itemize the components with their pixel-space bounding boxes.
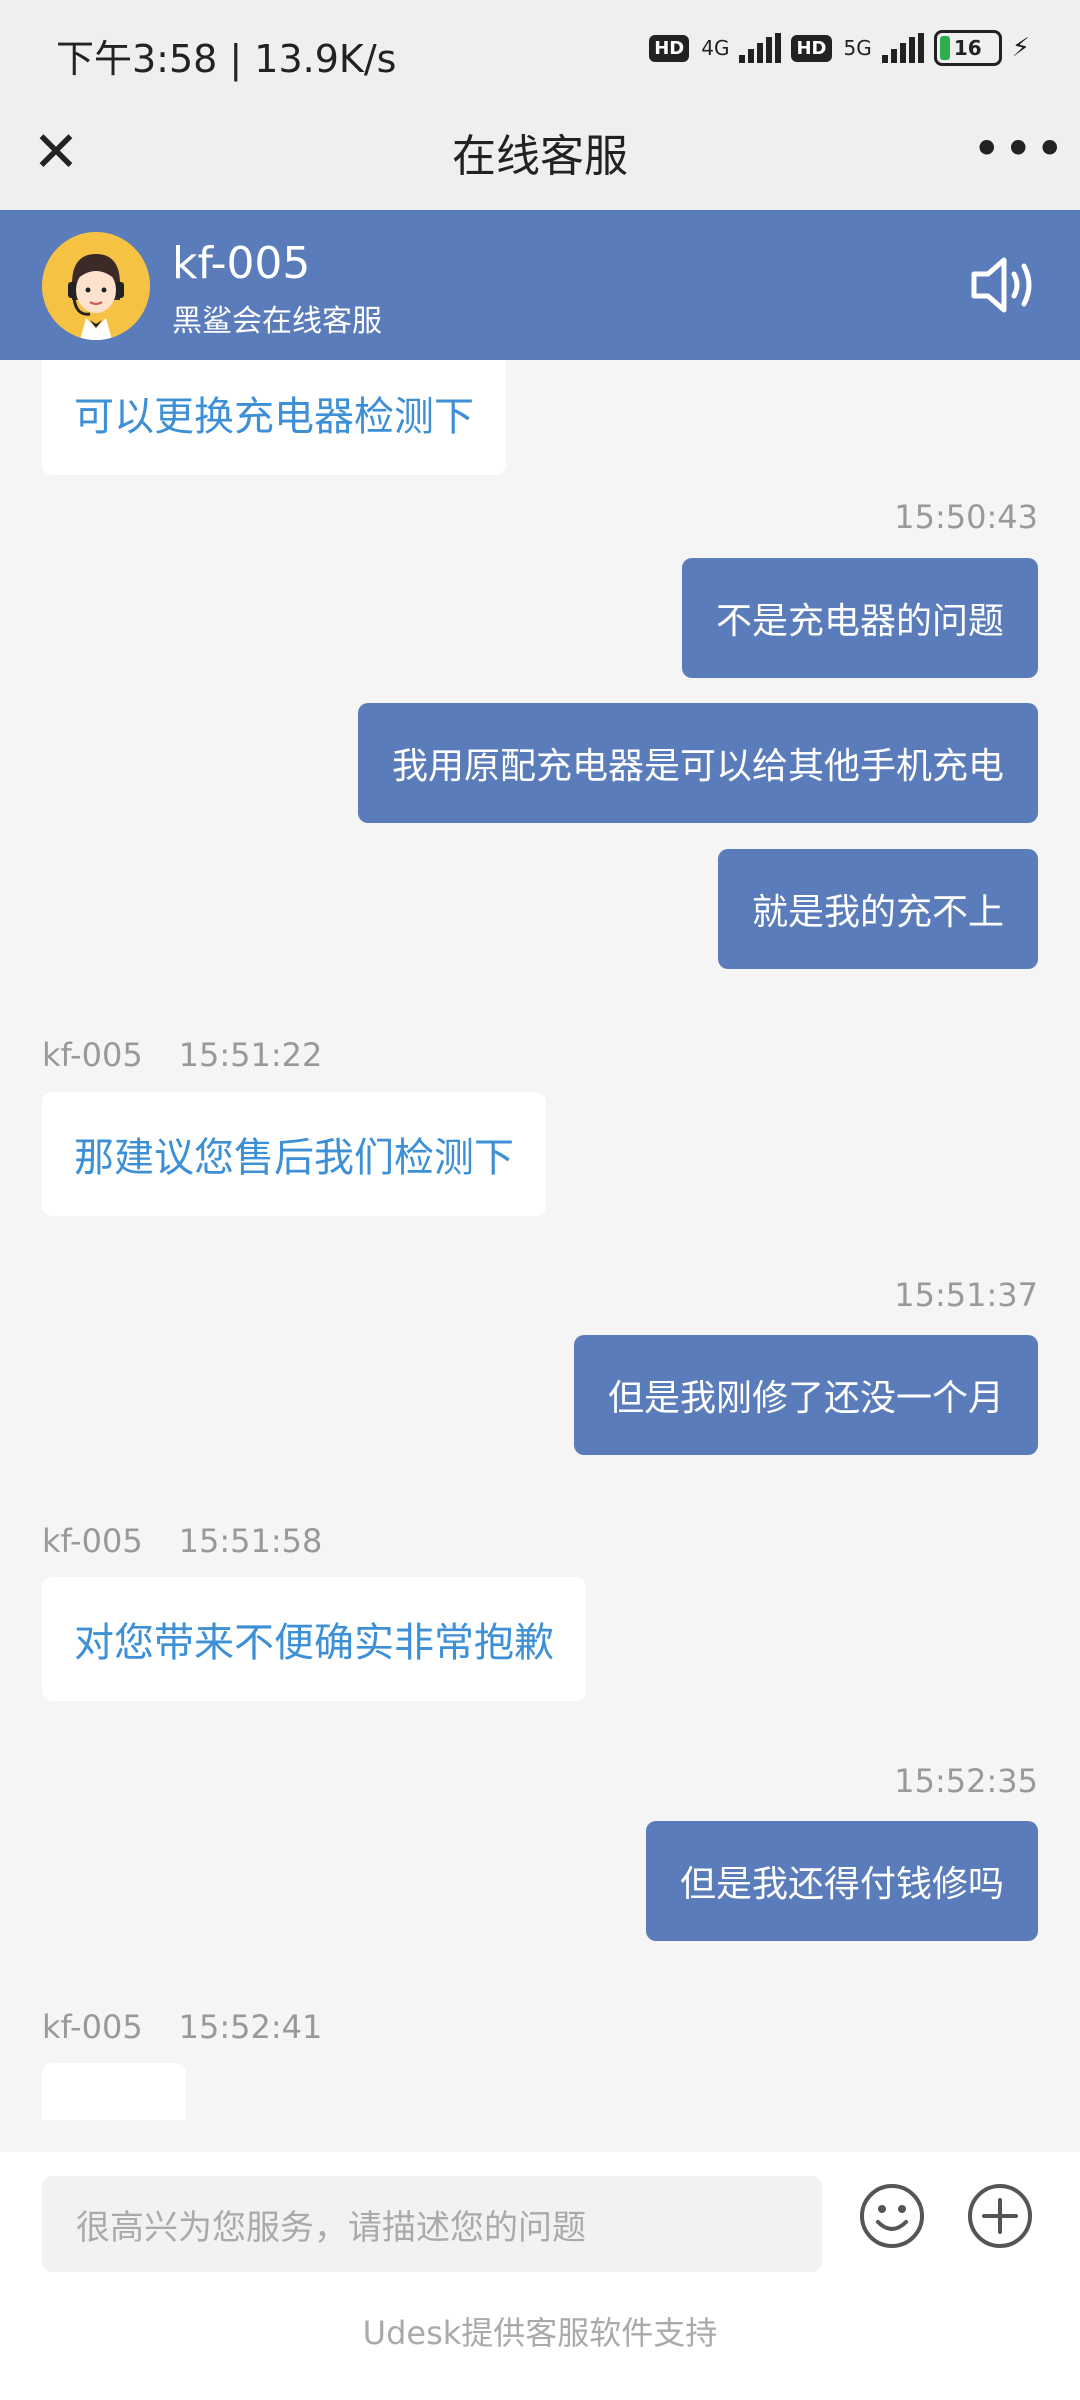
message-input[interactable]: 很高兴为您服务，请描述您的问题 xyxy=(42,2176,822,2272)
agent-subtitle: 黑鲨会在线客服 xyxy=(172,304,382,339)
message-text: 但是我还得付钱修吗 xyxy=(679,1864,1004,1905)
message-bubble-incoming[interactable]: 那建议您售后我们检测下 xyxy=(42,1092,546,1216)
battery-level: 16 xyxy=(953,36,982,60)
message-bubble-outgoing[interactable]: 我用原配充电器是可以给其他手机充电 xyxy=(357,703,1038,823)
signal-icon-2 xyxy=(881,33,924,63)
sender-name: kf-005 xyxy=(42,2008,143,2046)
message-timestamp: 15:51:22 xyxy=(178,1036,323,1074)
message-bubble-incoming[interactable]: 对您带来不便确实非常抱歉 xyxy=(42,1577,586,1701)
network-4g-label: 4G xyxy=(701,36,730,60)
agent-name: kf-005 xyxy=(172,238,311,289)
message-meta: kf-005 15:51:22 xyxy=(42,1036,322,1074)
sender-name: kf-005 xyxy=(42,1522,143,1560)
message-meta: kf-005 15:52:41 xyxy=(42,2008,322,2046)
message-timestamp: 15:52:41 xyxy=(178,2008,323,2046)
top-bar: ✕ 在线客服 ••• xyxy=(0,100,1080,210)
hd-badge: HD xyxy=(649,34,690,62)
message-bubble-outgoing[interactable]: 不是充电器的问题 xyxy=(681,558,1038,678)
message-text: 我用原配充电器是可以给其他手机充电 xyxy=(391,746,1004,787)
message-bubble-incoming[interactable]: 可以更换充电器检测下 xyxy=(42,360,506,475)
message-text: 那建议您售后我们检测下 xyxy=(74,1135,514,1181)
message-bubble-outgoing[interactable]: 就是我的充不上 xyxy=(717,849,1038,969)
powered-by-footer: Udesk提供客服软件支持 xyxy=(362,2314,718,2352)
message-text: 对您带来不便确实非常抱歉 xyxy=(74,1620,554,1666)
battery-fill xyxy=(939,36,950,60)
hd-badge-2: HD xyxy=(791,34,832,62)
battery-icon: 16 xyxy=(933,30,1002,66)
network-5g-label: 5G xyxy=(843,36,872,60)
message-bubble-incoming[interactable]: 是的 xyxy=(42,2063,186,2120)
message-text: 但是我刚修了还没一个月 xyxy=(607,1378,1004,1419)
message-timestamp: 15:51:58 xyxy=(178,1522,323,1560)
status-time: 下午3:58 | 13.9K/s xyxy=(56,37,397,81)
charging-icon: ⚡ xyxy=(1011,33,1030,63)
page-title: 在线客服 xyxy=(452,131,628,182)
emoji-icon[interactable] xyxy=(858,2182,926,2250)
message-timestamp: 15:51:37 xyxy=(894,1276,1038,1314)
status-icons: HD 4G HD 5G 16 ⚡ xyxy=(649,30,1030,66)
chat-area[interactable]: 可以更换充电器检测下 15:50:43 不是充电器的问题 我用原配充电器是可以给… xyxy=(0,360,1080,2120)
sender-name: kf-005 xyxy=(42,1036,143,1074)
message-text: 就是我的充不上 xyxy=(751,892,1004,933)
message-bubble-outgoing[interactable]: 但是我刚修了还没一个月 xyxy=(573,1335,1038,1455)
message-timestamp: 15:52:35 xyxy=(894,1762,1038,1800)
message-timestamp: 15:50:43 xyxy=(894,498,1038,536)
status-bar: 下午3:58 | 13.9K/s HD 4G HD 5G 16 ⚡ xyxy=(0,0,1080,100)
avatar xyxy=(42,232,150,340)
add-icon[interactable] xyxy=(966,2182,1034,2250)
agent-header: kf-005 黑鲨会在线客服 xyxy=(0,210,1080,360)
message-text: 可以更换充电器检测下 xyxy=(74,393,474,440)
more-icon[interactable]: ••• xyxy=(972,114,1064,184)
agent-avatar-icon xyxy=(42,232,150,340)
speaker-icon[interactable] xyxy=(968,252,1040,318)
signal-icon xyxy=(739,33,782,63)
message-bubble-outgoing[interactable]: 但是我还得付钱修吗 xyxy=(645,1821,1038,1941)
input-area: 很高兴为您服务，请描述您的问题 Udesk提供客服软件支持 xyxy=(0,2152,1080,2400)
message-text: 不是充电器的问题 xyxy=(715,601,1004,642)
message-meta: kf-005 15:51:58 xyxy=(42,1522,322,1560)
